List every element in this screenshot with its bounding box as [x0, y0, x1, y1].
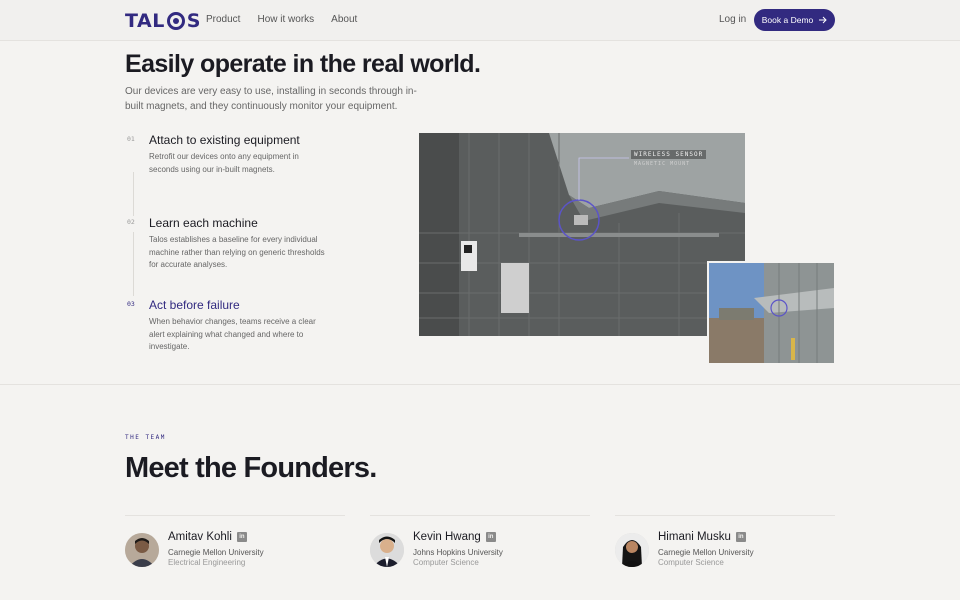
login-link[interactable]: Log in	[719, 14, 746, 25]
founder-name-row: Kevin Hwang in	[413, 531, 496, 543]
step-number: 03	[127, 300, 135, 308]
step-description: Retrofit our devices onto any equipment …	[149, 152, 299, 174]
step-title: Learn each machine	[149, 216, 258, 230]
step-act: 03 Act before failure When behavior chan…	[125, 298, 335, 358]
outdoor-illustration	[709, 263, 834, 363]
sensor-label: WIRELESS SENSOR	[631, 150, 707, 159]
nav-link-product[interactable]: Product	[206, 14, 240, 25]
team-eyebrow: THE TEAM	[125, 434, 166, 441]
founder-department: Computer Science	[658, 558, 724, 567]
founder-name-row: Himani Musku in	[658, 531, 746, 543]
step-title: Act before failure	[149, 298, 240, 312]
page-subtitle: Our devices are very easy to use, instal…	[125, 86, 417, 112]
founder-name: Himani Musku	[658, 531, 731, 543]
step-number: 02	[127, 218, 135, 226]
book-demo-label: Book a Demo	[761, 15, 814, 25]
nav-link-about[interactable]: About	[331, 14, 357, 25]
founder-card: Kevin Hwang in Johns Hopkins University C…	[370, 515, 590, 575]
talos-logo[interactable]: TAL S	[125, 10, 201, 32]
founder-card: Amitav Kohli in Carnegie Mellon Universit…	[125, 515, 345, 575]
linkedin-icon[interactable]: in	[735, 532, 746, 542]
outdoor-equipment-photo	[707, 261, 836, 365]
team-title: Meet the Founders.	[125, 452, 377, 484]
page-title: Easily operate in the real world.	[125, 50, 481, 78]
step-description: When behavior changes, teams receive a c…	[149, 317, 316, 351]
founder-school: Carnegie Mellon University	[658, 548, 754, 557]
sensor-installation-photo: WIRELESS SENSOR MAGNETIC MOUNT	[419, 133, 745, 336]
founder-name: Amitav Kohli	[168, 531, 232, 543]
avatar	[615, 533, 649, 567]
top-navbar: TAL S Product How it works About Log in B…	[0, 0, 960, 41]
nav-link-how-it-works[interactable]: How it works	[257, 14, 314, 25]
step-number: 01	[127, 135, 135, 143]
nav-links: Product How it works About	[206, 14, 357, 25]
logo-o-mark	[166, 12, 185, 30]
avatar	[370, 533, 404, 567]
founder-school: Carnegie Mellon University	[168, 548, 264, 557]
founder-name: Kevin Hwang	[413, 531, 481, 543]
step-learn: 02 Learn each machine Talos establishes …	[125, 216, 335, 276]
founder-school: Johns Hopkins University	[413, 548, 503, 557]
step-attach: 01 Attach to existing equipment Retrofit…	[125, 133, 335, 183]
founder-department: Electrical Engineering	[168, 558, 246, 567]
equipment-illustration	[419, 133, 745, 336]
linkedin-icon[interactable]: in	[236, 532, 247, 542]
arrow-right-icon	[819, 16, 827, 24]
book-demo-button[interactable]: Book a Demo	[754, 9, 835, 31]
step-description: Talos establishes a baseline for every i…	[149, 235, 325, 269]
founder-department: Computer Science	[413, 558, 479, 567]
linkedin-icon[interactable]: in	[485, 532, 496, 542]
section-divider	[0, 384, 960, 385]
step-title: Attach to existing equipment	[149, 133, 300, 147]
sensor-sublabel: MAGNETIC MOUNT	[634, 161, 691, 167]
avatar	[125, 533, 159, 567]
founder-name-row: Amitav Kohli in	[168, 531, 247, 543]
logo-text-s: S	[186, 10, 201, 32]
founder-card: Himani Musku in Carnegie Mellon Universit…	[615, 515, 835, 575]
logo-text-tal: TAL	[125, 10, 165, 32]
